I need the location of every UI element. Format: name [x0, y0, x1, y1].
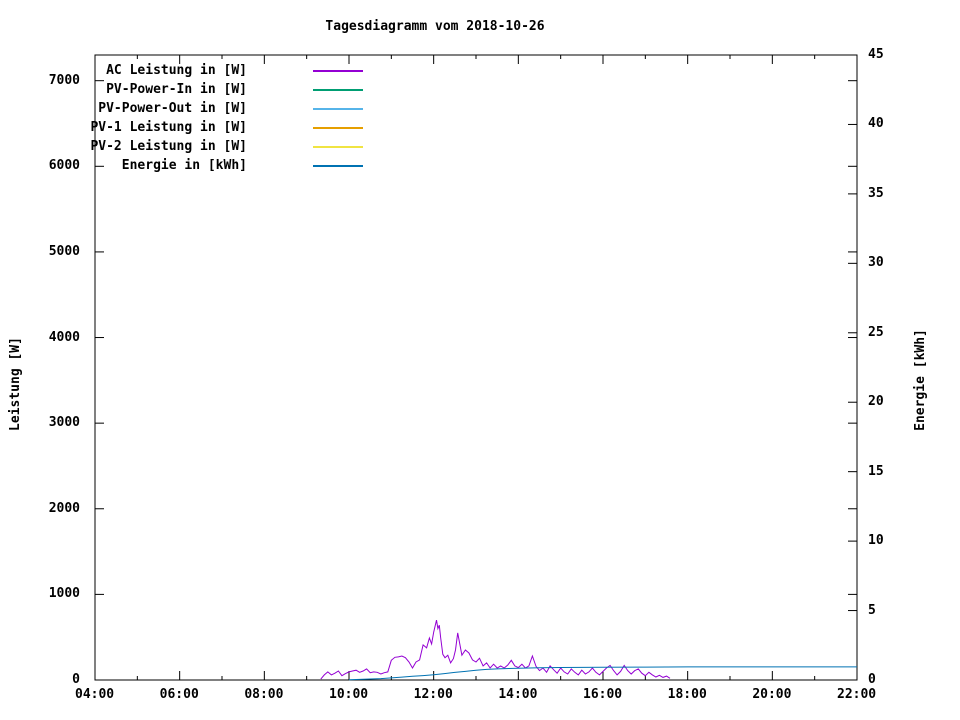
x-tick-label: 20:00 [752, 687, 792, 702]
x-tick-label: 14:00 [498, 687, 538, 702]
y2-tick-label: 45 [868, 47, 884, 62]
y2-tick-label: 35 [868, 185, 884, 201]
legend-label: AC Leistung in [W] [106, 63, 247, 78]
y-tick-label: 1000 [48, 586, 80, 602]
legend-line-sample [313, 70, 363, 72]
series-line-ac-leistung-in-w [320, 619, 671, 680]
y2-tick-label: 0 [868, 672, 876, 687]
legend-line-sample [313, 165, 363, 167]
x-tick-label: 22:00 [837, 687, 877, 702]
x-tick-label: 08:00 [244, 687, 284, 702]
y2-tick-label: 25 [868, 324, 884, 340]
y-tick-label: 2000 [48, 500, 80, 516]
x-tick-label: 10:00 [329, 687, 369, 702]
y2-tick-label: 40 [868, 116, 884, 132]
legend-label: PV-1 Leistung in [W] [90, 120, 247, 135]
legend-label: PV-Power-Out in [W] [98, 101, 247, 116]
legend-label: PV-2 Leistung in [W] [90, 139, 247, 154]
y2-tick-label: 5 [868, 602, 876, 618]
y-tick-label: 4000 [48, 329, 80, 345]
chart-canvas: Tagesdiagramm vom 2018-10-26 Leistung [W… [0, 0, 960, 720]
legend-label: PV-Power-In in [W] [106, 82, 247, 97]
y-tick-label: 5000 [48, 243, 80, 259]
x-tick-label: 06:00 [159, 687, 199, 702]
x-tick-label: 04:00 [75, 687, 115, 702]
legend-label: Energie in [kWh] [121, 158, 247, 173]
y2-tick-label: 30 [868, 255, 884, 271]
legend-line-sample [313, 89, 363, 91]
y-tick-label: 0 [72, 672, 80, 687]
x-tick-label: 12:00 [413, 687, 453, 702]
legend-line-sample [313, 108, 363, 110]
y2-tick-label: 15 [868, 463, 884, 479]
x-tick-label: 16:00 [583, 687, 623, 702]
legend-line-sample [313, 127, 363, 129]
y2-tick-label: 20 [868, 394, 884, 410]
legend-line-sample [313, 146, 363, 148]
y-tick-label: 3000 [48, 415, 80, 431]
y2-tick-label: 10 [868, 533, 884, 549]
x-tick-label: 18:00 [667, 687, 707, 702]
